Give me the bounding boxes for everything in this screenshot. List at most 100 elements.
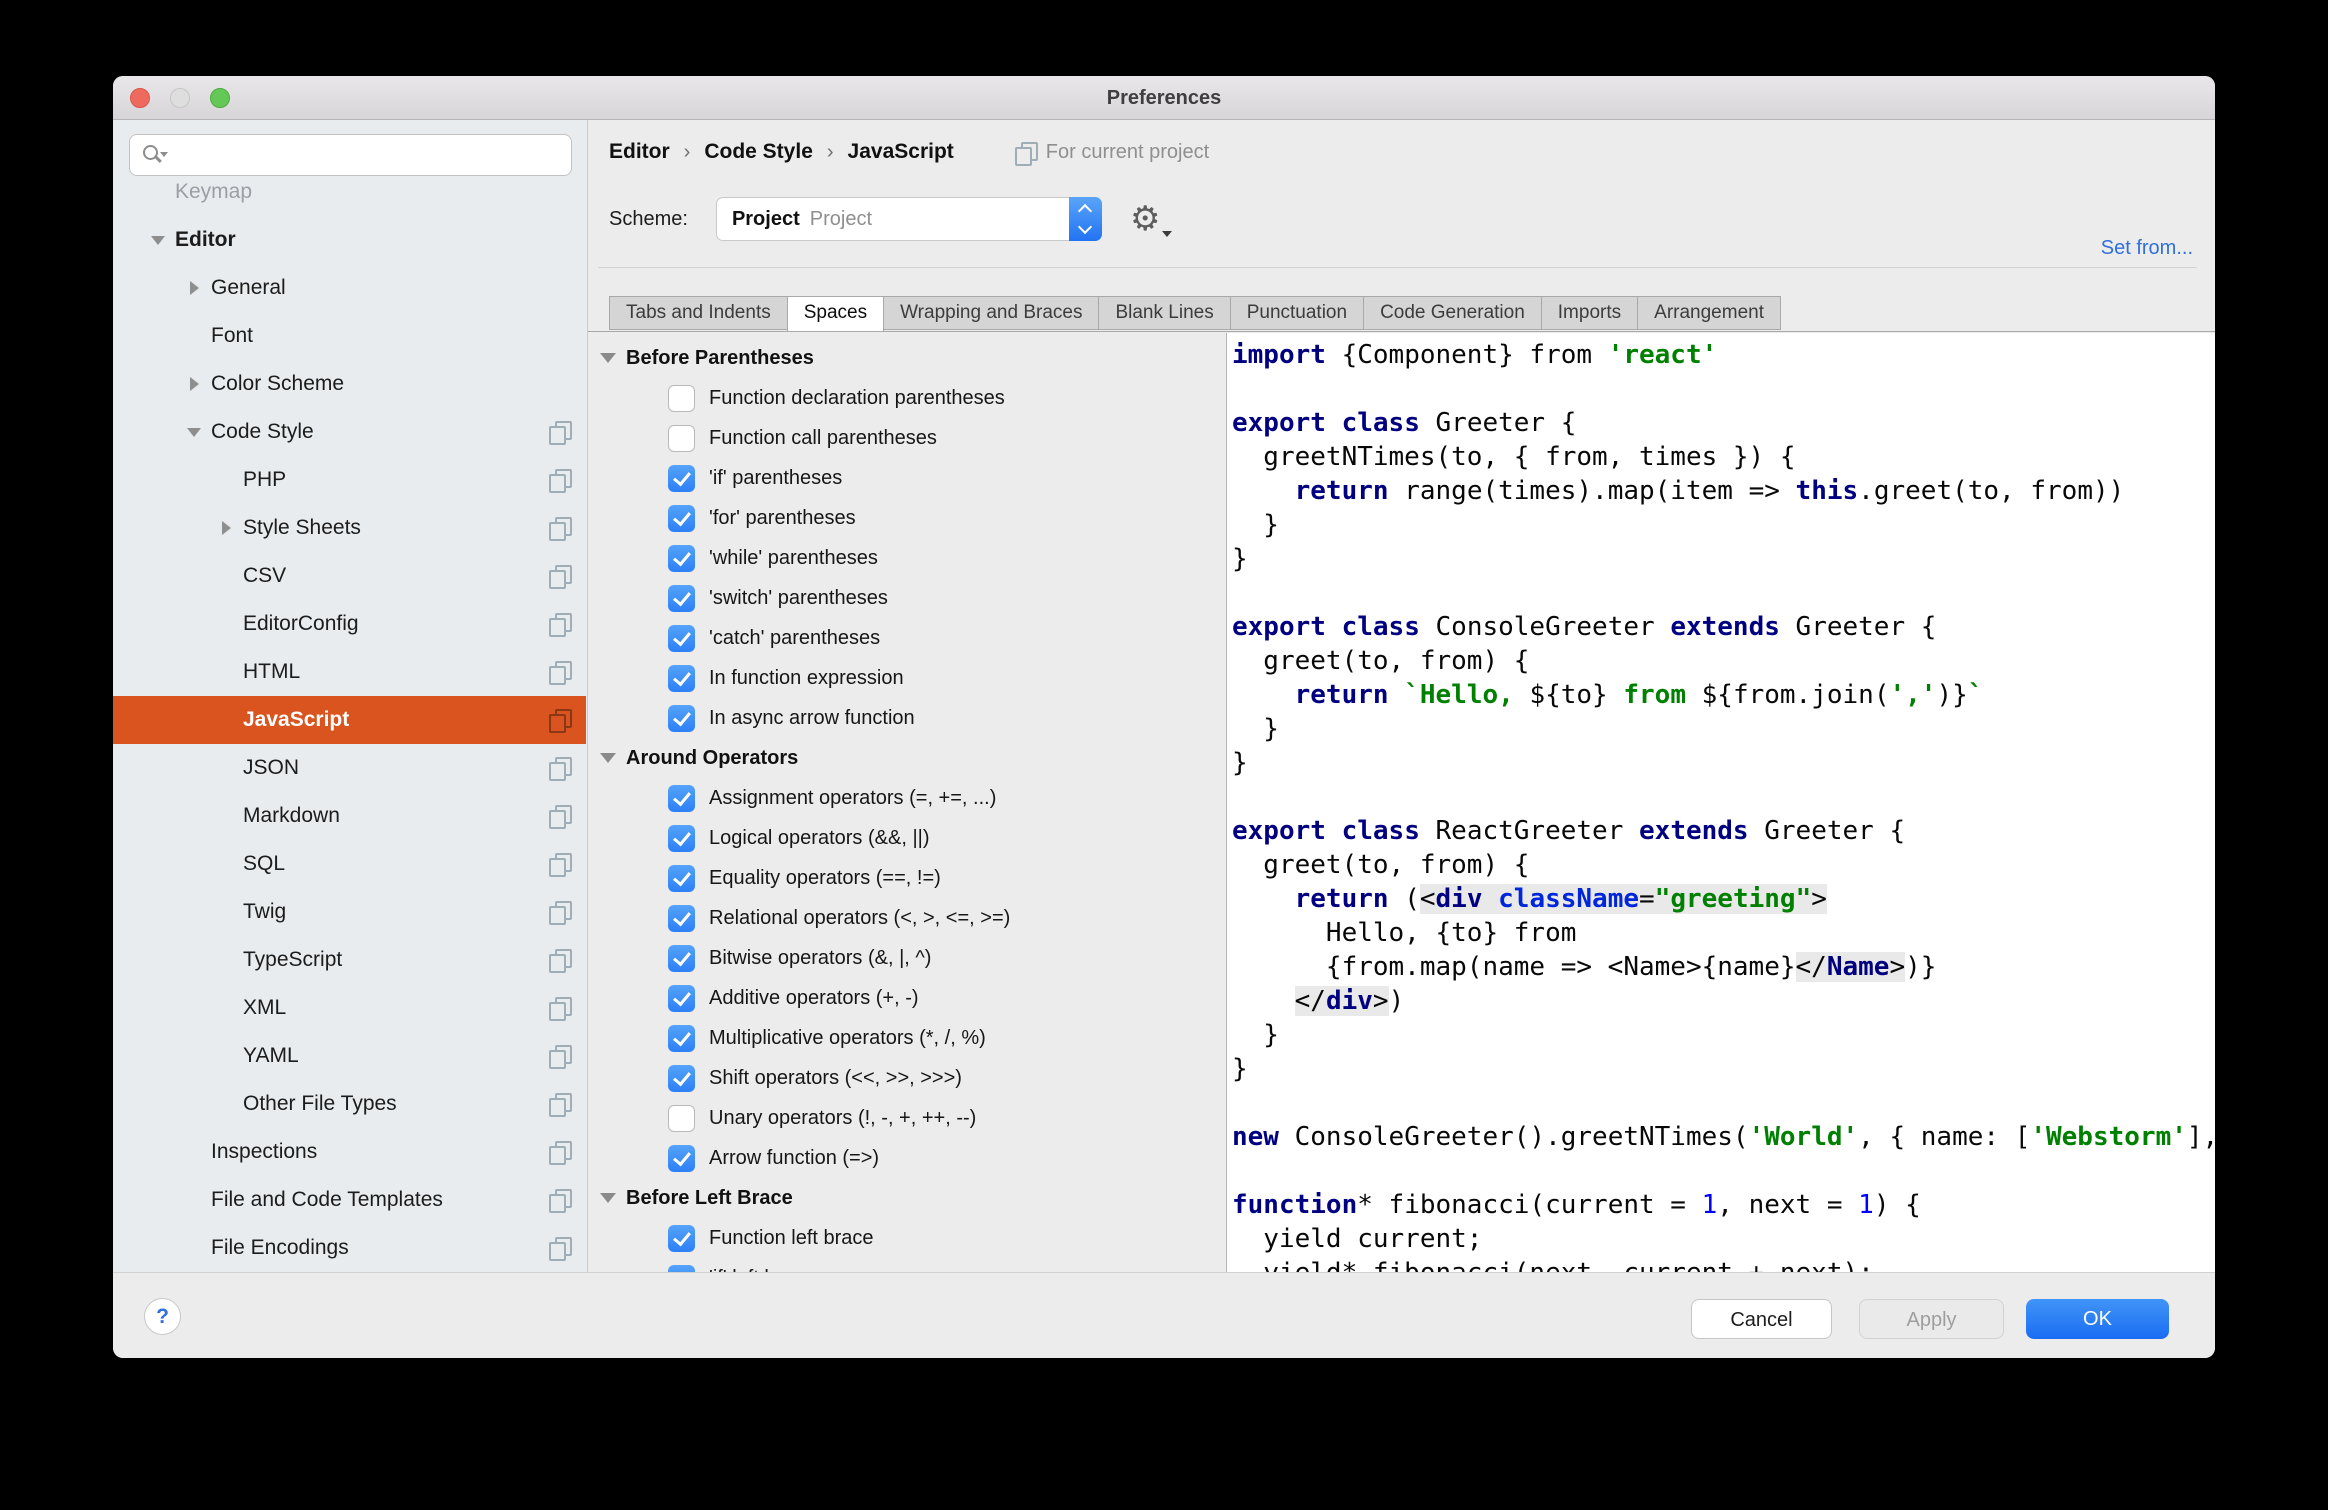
checkbox--while-parentheses[interactable]	[668, 545, 695, 572]
sidebar-item-style-sheets[interactable]: Style Sheets	[113, 504, 586, 552]
sidebar-item-editorconfig[interactable]: EditorConfig	[113, 600, 586, 648]
option-label: Function declaration parentheses	[709, 387, 1005, 410]
checkbox--if-left-brace[interactable]	[668, 1265, 695, 1273]
checkbox-bitwise-operators-[interactable]	[668, 945, 695, 972]
sidebar-item-label: Inspections	[211, 1140, 317, 1164]
copy-settings-icon	[548, 1236, 572, 1260]
sidebar-item-markdown[interactable]: Markdown	[113, 792, 586, 840]
tab-blank-lines[interactable]: Blank Lines	[1098, 296, 1230, 330]
checkbox-unary-operators-[interactable]	[668, 1105, 695, 1132]
preferences-window: Preferences KeymapEditorGeneralFontColor…	[113, 76, 2215, 1358]
option-label: Shift operators (<<, >>, >>>)	[709, 1067, 962, 1090]
sidebar-item-label: CSV	[243, 564, 286, 588]
sidebar-item-label: Code Style	[211, 420, 314, 444]
tab-punctuation[interactable]: Punctuation	[1230, 296, 1364, 330]
tab-wrapping-and-braces[interactable]: Wrapping and Braces	[883, 296, 1099, 330]
tab-arrangement[interactable]: Arrangement	[1637, 296, 1781, 330]
sidebar-item-twig[interactable]: Twig	[113, 888, 586, 936]
code-line	[1232, 1086, 2215, 1120]
breadcrumb-item-javascript[interactable]: JavaScript	[848, 140, 954, 164]
breadcrumb-separator: ›	[827, 141, 834, 164]
code-preview-panel: import {Component} from 'react' export c…	[1226, 333, 2215, 1272]
breadcrumb-item-editor[interactable]: Editor	[609, 140, 670, 164]
breadcrumb-item-code-style[interactable]: Code Style	[704, 140, 813, 164]
code-line: export class ReactGreeter extends Greete…	[1232, 814, 2215, 848]
section-header-before-parentheses[interactable]: Before Parentheses	[588, 338, 1226, 378]
cancel-button[interactable]: Cancel	[1691, 1299, 1832, 1339]
sidebar-item-javascript[interactable]: JavaScript	[113, 696, 586, 744]
sidebar-item-label: JavaScript	[243, 708, 349, 732]
apply-button[interactable]: Apply	[1859, 1299, 2004, 1339]
sidebar-item-other-file-types[interactable]: Other File Types	[113, 1080, 586, 1128]
help-button[interactable]: ?	[144, 1298, 181, 1335]
tab-tabs-and-indents[interactable]: Tabs and Indents	[609, 296, 788, 330]
chevron-collapsed-icon	[209, 521, 243, 535]
checkbox-in-async-arrow-function[interactable]	[668, 705, 695, 732]
checkbox-relational-operators-[interactable]	[668, 905, 695, 932]
code-line: }	[1232, 542, 2215, 576]
sidebar-item-code-style[interactable]: Code Style	[113, 408, 586, 456]
sidebar-item-typescript[interactable]: TypeScript	[113, 936, 586, 984]
option-label: 'switch' parentheses	[709, 587, 888, 610]
option-label: Relational operators (<, >, <=, >=)	[709, 907, 1010, 930]
option-row: Equality operators (==, !=)	[588, 858, 1226, 898]
sidebar-item-color-scheme[interactable]: Color Scheme	[113, 360, 586, 408]
sidebar-item-font[interactable]: Font	[113, 312, 586, 360]
checkbox-equality-operators-[interactable]	[668, 865, 695, 892]
option-row: Relational operators (<, >, <=, >=)	[588, 898, 1226, 938]
sidebar-item-label: SQL	[243, 852, 285, 876]
checkbox-additive-operators-[interactable]	[668, 985, 695, 1012]
checkbox-multiplicative-operators-[interactable]	[668, 1025, 695, 1052]
checkbox-function-call-parentheses[interactable]	[668, 425, 695, 452]
checkbox--for-parentheses[interactable]	[668, 505, 695, 532]
sidebar-item-sql[interactable]: SQL	[113, 840, 586, 888]
option-label: Assignment operators (=, +=, ...)	[709, 787, 996, 810]
search-input[interactable]	[168, 135, 571, 175]
checkbox--catch-parentheses[interactable]	[668, 625, 695, 652]
sidebar-item-label: PHP	[243, 468, 286, 492]
sidebar-item-file-encodings[interactable]: File Encodings	[113, 1224, 586, 1272]
tab-imports[interactable]: Imports	[1541, 296, 1638, 330]
sidebar-item-editor[interactable]: Editor	[113, 216, 586, 264]
sidebar-item-xml[interactable]: XML	[113, 984, 586, 1032]
set-from-link[interactable]: Set from...	[2101, 237, 2193, 260]
scheme-settings-button[interactable]: ⚙	[1130, 197, 1174, 241]
copy-settings-icon	[548, 1188, 572, 1212]
code-line: greet(to, from) {	[1232, 644, 2215, 678]
checkbox--if-parentheses[interactable]	[668, 465, 695, 492]
sidebar-item-php[interactable]: PHP	[113, 456, 586, 504]
settings-search[interactable]	[129, 134, 572, 176]
checkbox-function-left-brace[interactable]	[668, 1225, 695, 1252]
breadcrumb: Editor›Code Style›JavaScriptFor current …	[609, 134, 1209, 170]
sidebar-item-inspections[interactable]: Inspections	[113, 1128, 586, 1176]
copy-settings-icon	[548, 420, 572, 444]
dialog-footer: ? Cancel Apply OK	[113, 1272, 2215, 1358]
code-line: }	[1232, 1052, 2215, 1086]
checkbox-logical-operators-[interactable]	[668, 825, 695, 852]
section-header-around-operators[interactable]: Around Operators	[588, 738, 1226, 778]
sidebar-item-general[interactable]: General	[113, 264, 586, 312]
scheme-value: Project	[732, 208, 800, 231]
scheme-stepper[interactable]	[1069, 197, 1102, 241]
scheme-select[interactable]: Project Project	[716, 197, 1102, 241]
checkbox--switch-parentheses[interactable]	[668, 585, 695, 612]
section-header-before-left-brace[interactable]: Before Left Brace	[588, 1178, 1226, 1218]
checkbox-function-declaration-parentheses[interactable]	[668, 385, 695, 412]
option-label: In function expression	[709, 667, 904, 690]
sidebar-item-csv[interactable]: CSV	[113, 552, 586, 600]
tab-spaces[interactable]: Spaces	[787, 296, 884, 332]
sidebar-item-file-and-code-templates[interactable]: File and Code Templates	[113, 1176, 586, 1224]
checkbox-arrow-function-[interactable]	[668, 1145, 695, 1172]
sidebar-item-html[interactable]: HTML	[113, 648, 586, 696]
sidebar-item-label: Twig	[243, 900, 286, 924]
option-row: Unary operators (!, -, +, ++, --)	[588, 1098, 1226, 1138]
ok-button[interactable]: OK	[2026, 1299, 2169, 1339]
checkbox-assignment-operators-[interactable]	[668, 785, 695, 812]
checkbox-shift-operators-[interactable]	[668, 1065, 695, 1092]
tab-code-generation[interactable]: Code Generation	[1363, 296, 1542, 330]
sidebar-item-keymap[interactable]: Keymap	[113, 178, 586, 216]
copy-settings-icon	[548, 516, 572, 540]
sidebar-item-json[interactable]: JSON	[113, 744, 586, 792]
sidebar-item-yaml[interactable]: YAML	[113, 1032, 586, 1080]
checkbox-in-function-expression[interactable]	[668, 665, 695, 692]
